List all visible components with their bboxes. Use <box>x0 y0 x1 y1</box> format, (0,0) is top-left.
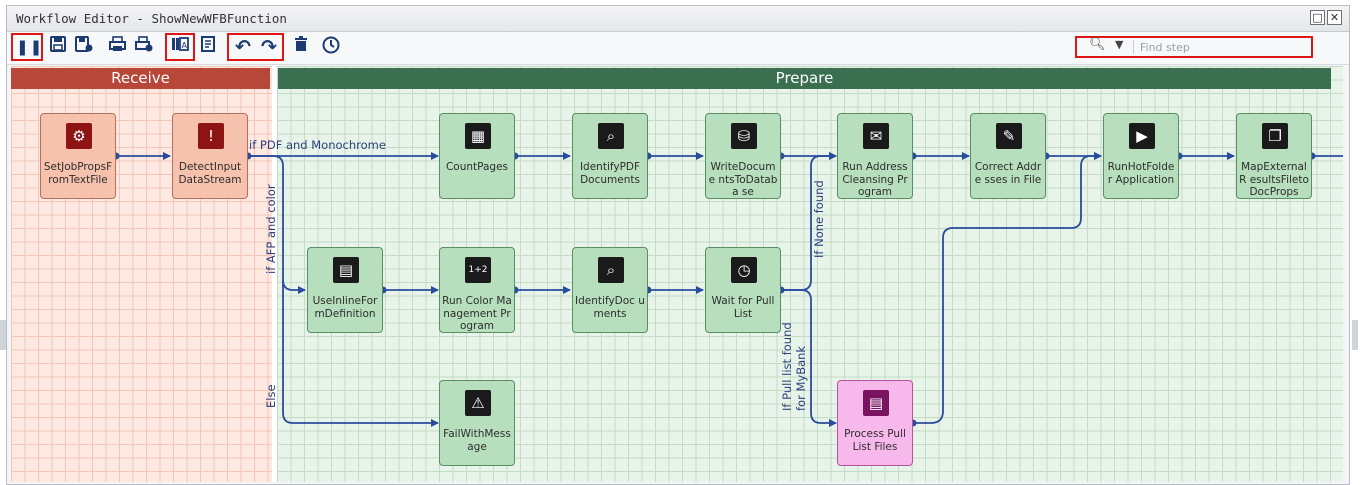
step-node[interactable]: ✉ Run Address Cleansing Program <box>837 113 913 199</box>
step-label: Wait for Pull List <box>711 295 775 320</box>
search-icon[interactable]: 🔍︎ <box>1089 37 1106 52</box>
step-label: FailWithMess age <box>443 428 511 453</box>
step-node[interactable]: ▶ RunHotFolder Application <box>1103 113 1179 199</box>
toolbar: ❚❚ A ↶ ↷ 🔍︎ ▼ <box>7 32 1349 65</box>
step-label: MapExternalR esultsFileto DocProps <box>1239 161 1309 198</box>
write-db-icon: ⛁ <box>731 123 757 149</box>
pause-icon[interactable]: ❚❚ <box>16 36 42 58</box>
process-files-icon: ▤ <box>863 390 889 416</box>
history-icon[interactable] <box>320 36 342 58</box>
edge-label-pull-list-found-line1: If Pull list found <box>780 322 794 411</box>
redo-icon[interactable]: ↷ <box>258 36 280 58</box>
correct-icon: ✎ <box>996 123 1022 149</box>
find-step-search: 🔍︎ ▼ <box>1075 36 1313 58</box>
warning-icon: ⚠ <box>465 390 491 416</box>
edge-label-pull-list-found-line2: for MyBank <box>794 346 808 411</box>
step-label: CountPages <box>445 161 509 173</box>
step-label: WriteDocume ntsToDataba se <box>708 161 778 198</box>
step-label: IdentifyPDF Documents <box>579 161 641 186</box>
right-collapse-handle[interactable] <box>1352 320 1358 350</box>
step-node[interactable]: ⚠ FailWithMess age <box>439 380 515 466</box>
clock-icon: ◷ <box>731 257 757 283</box>
close-icon[interactable]: ✕ <box>1327 10 1342 25</box>
edge-label-afp-color: if AFP and color <box>264 184 278 274</box>
save-as-icon[interactable] <box>73 36 95 58</box>
detect-icon: ! <box>198 123 224 149</box>
save-icon[interactable] <box>47 36 69 58</box>
address-icon: ✉ <box>863 123 889 149</box>
title-bar: Workflow Editor - ShowNewWFBFunction □ ✕ <box>7 6 1349 32</box>
left-collapse-handle[interactable] <box>0 320 6 350</box>
svg-text:A: A <box>182 41 188 50</box>
workflow-canvas[interactable]: Receive Prepare if PDF and Monochrome if… <box>11 66 1343 482</box>
delete-icon[interactable] <box>290 36 312 58</box>
identify-pdf-icon: ⌕ <box>598 123 624 149</box>
search-options-dropdown-icon[interactable]: ▼ <box>1115 38 1123 51</box>
step-label: Correct Addre sses in File <box>974 161 1042 186</box>
step-node[interactable]: ⌕ IdentifyPDF Documents <box>572 113 648 199</box>
step-label: UseInlineFor mDefinition <box>312 295 378 320</box>
print-settings-icon[interactable] <box>133 36 155 58</box>
step-label: DetectInput DataStream <box>178 161 242 186</box>
step-label: Run Color Management Program <box>442 295 512 332</box>
step-node[interactable]: ▦ CountPages <box>439 113 515 199</box>
step-label: IdentifyDoc uments <box>575 295 645 320</box>
workflow-editor-window: Workflow Editor - ShowNewWFBFunction □ ✕… <box>6 5 1350 485</box>
maximize-icon[interactable]: □ <box>1310 10 1325 25</box>
text-props-icon: ⚙ <box>66 123 92 149</box>
print-icon[interactable] <box>107 36 129 58</box>
inline-form-icon: ▤ <box>333 257 359 283</box>
properties-icon[interactable] <box>197 36 219 58</box>
step-library-icon[interactable]: A <box>169 36 191 58</box>
step-node[interactable]: ⌕ IdentifyDoc uments <box>572 247 648 333</box>
step-label: RunHotFolder Application <box>1107 161 1175 186</box>
step-node[interactable]: ▤ UseInlineFor mDefinition <box>307 247 383 333</box>
step-node[interactable]: ❐ MapExternalR esultsFileto DocProps <box>1236 113 1312 199</box>
edge-label-else: Else <box>264 384 278 408</box>
step-label: Process Pull List Files <box>844 428 906 453</box>
step-node[interactable]: ⛁ WriteDocume ntsToDataba se <box>705 113 781 199</box>
hotfolder-icon: ▶ <box>1129 123 1155 149</box>
step-node[interactable]: ! DetectInput DataStream <box>172 113 248 199</box>
count-pages-icon: ▦ <box>465 123 491 149</box>
step-node[interactable]: ✎ Correct Addre sses in File <box>970 113 1046 199</box>
step-node[interactable]: ◷ Wait for Pull List <box>705 247 781 333</box>
edge-label-none-found: If None found <box>812 180 826 258</box>
window-title: Workflow Editor - ShowNewWFBFunction <box>16 11 287 26</box>
step-label: Run Address Cleansing Program <box>842 161 908 198</box>
find-step-input[interactable] <box>1138 38 1312 56</box>
step-node[interactable]: ⚙ SetJobPropsF romTextFile <box>40 113 116 199</box>
search-divider <box>1133 40 1134 54</box>
step-node[interactable]: 1+2 Run Color Management Program <box>439 247 515 333</box>
identify-doc-icon: ⌕ <box>598 257 624 283</box>
edge-label-pdf-mono: if PDF and Monochrome <box>249 138 386 152</box>
color-mgmt-icon: 1+2 <box>465 257 491 283</box>
undo-icon[interactable]: ↶ <box>232 36 254 58</box>
step-label: SetJobPropsF romTextFile <box>43 161 113 186</box>
step-node[interactable]: ▤ Process Pull List Files <box>837 380 913 466</box>
map-results-icon: ❐ <box>1262 123 1288 149</box>
